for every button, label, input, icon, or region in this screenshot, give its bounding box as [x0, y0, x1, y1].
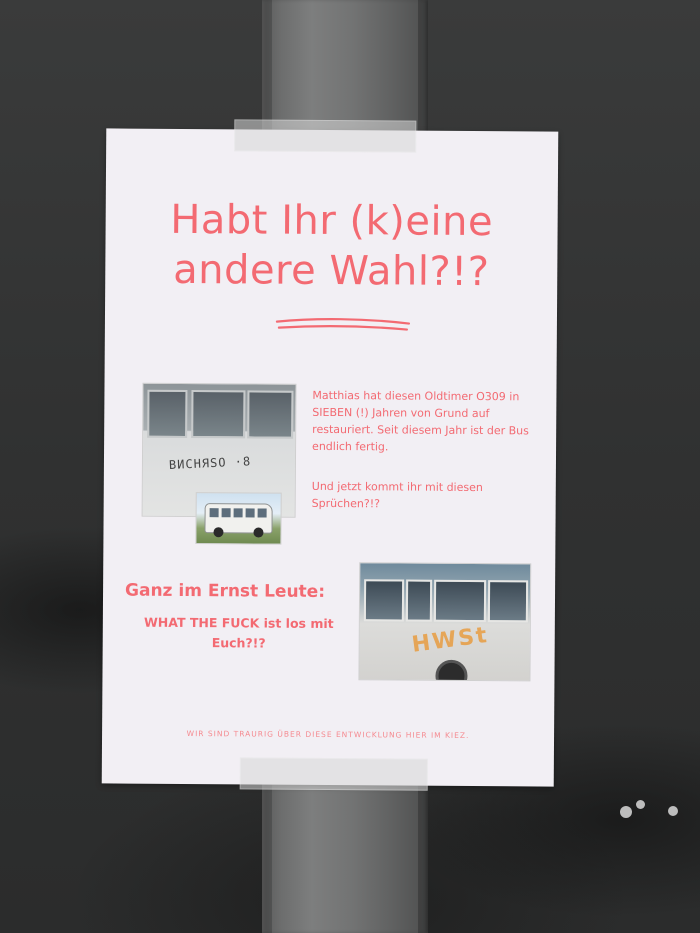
bus-wheel	[435, 659, 468, 682]
bus-window	[233, 508, 243, 518]
ernst-heading: Ganz im Ernst Leute:	[124, 580, 326, 602]
decorative-squiggle	[275, 318, 411, 331]
bus-window	[257, 508, 267, 518]
wtf-text: WHAT THE FUCK ist los mit Euch?!?	[125, 613, 353, 655]
bus-window	[363, 579, 405, 622]
paint-spot	[620, 806, 632, 818]
poster-title: Habt Ihr (k)eine andere Wahl?!?	[125, 195, 538, 298]
paragraph-sprueche: Und jetzt kommt ihr mit diesen Sprüchen?…	[311, 479, 483, 511]
bus-window	[405, 579, 433, 622]
wtf-line-2: Euch?!?	[211, 635, 266, 651]
paint-spot	[636, 800, 645, 809]
bus-wheel	[253, 527, 264, 538]
bus-window	[245, 508, 255, 518]
bus-side-graffiti-photo: HWSt	[358, 562, 532, 682]
bus-window	[247, 390, 294, 439]
bus-window	[487, 580, 529, 623]
poster-footer: WIR SIND TRAURIG ÜBER DIESE ENTWICKLUNG …	[186, 729, 470, 740]
poster: Habt Ihr (k)eine andere Wahl?!? ВИСНЯSО …	[101, 119, 559, 791]
paint-spot	[668, 806, 678, 816]
bus-window	[221, 508, 231, 518]
bus-wheel	[213, 527, 224, 538]
tape-bottom	[239, 757, 428, 791]
title-line-2: andere Wahl?!?	[173, 246, 490, 296]
bus-window	[147, 389, 188, 439]
bus-exterior-photo	[195, 492, 282, 545]
title-line-1: Habt Ihr (k)eine	[170, 196, 494, 246]
bus-window	[191, 390, 246, 439]
paragraph-restoration: Matthias hat diesen Oldtimer O309 in SIE…	[312, 388, 529, 454]
wtf-line-1: WHAT THE FUCK ist los mit	[143, 614, 334, 632]
bus-window	[433, 579, 487, 623]
graffiti-tag: HWSt	[410, 622, 491, 658]
bus-window	[209, 508, 219, 518]
graffiti-text: ВИСНЯSО ·8	[168, 454, 252, 473]
bus-illustration	[204, 503, 273, 538]
tape-top	[234, 119, 417, 153]
